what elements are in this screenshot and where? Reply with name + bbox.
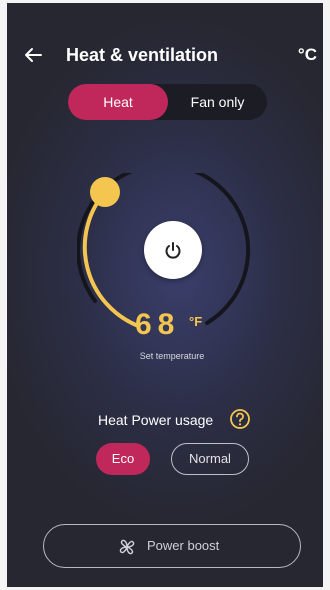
set-temperature-label: Set temperature: [139, 351, 205, 361]
temperature-value: 68: [135, 308, 181, 341]
mode-heat-button[interactable]: Heat: [68, 84, 168, 120]
arrow-left-icon[interactable]: [21, 43, 45, 67]
dial-progress: [82, 190, 138, 327]
temperature-unit: °F: [189, 314, 203, 329]
power-icon: [165, 242, 181, 259]
power-button[interactable]: [144, 221, 202, 279]
screen: Heat & ventilation °C Heat Fan only 68 °…: [7, 3, 323, 587]
power-boost-label: Power boost: [147, 538, 220, 553]
power-boost-button[interactable]: Power boost: [43, 524, 301, 568]
heat-power-usage-label: Heat Power usage: [98, 412, 214, 428]
question-circle-icon[interactable]: [229, 408, 251, 430]
page-title: Heat & ventilation: [66, 45, 219, 65]
fan-icon: [119, 539, 135, 555]
unit-toggle-button[interactable]: °C: [298, 44, 317, 66]
mode-fan-only-button[interactable]: Fan only: [168, 84, 267, 120]
mode-toggle: Heat Fan only: [68, 84, 267, 120]
eco-button[interactable]: Eco: [96, 443, 150, 475]
normal-button[interactable]: Normal: [171, 443, 249, 475]
dial-handle: [90, 177, 120, 207]
